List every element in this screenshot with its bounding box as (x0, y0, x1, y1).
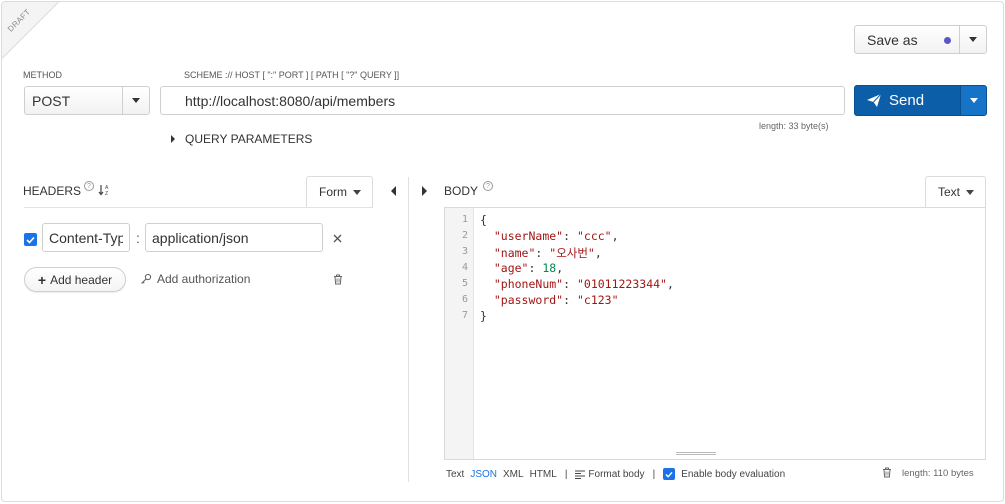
header-value-input[interactable] (145, 223, 323, 252)
send-button[interactable]: Send (854, 85, 961, 116)
chevron-right-icon (171, 135, 175, 143)
request-editor-panel: DRAFT Save as METHOD POST SCHEME :// HOS… (1, 1, 1004, 502)
header-enabled-checkbox[interactable] (24, 233, 37, 246)
separator: | (564, 468, 568, 480)
line-number: 3 (461, 246, 468, 257)
method-dropdown-button[interactable] (122, 86, 150, 115)
line-number: 2 (461, 230, 468, 241)
chevron-down-icon (966, 189, 975, 195)
code-line: "age": 18, (493, 261, 564, 275)
separator: | (652, 468, 656, 480)
save-as-label: Save as (867, 31, 918, 48)
collapse-right-icon[interactable] (422, 186, 427, 196)
method-select[interactable]: POST (24, 86, 123, 115)
headers-title: HEADERS (23, 184, 82, 198)
format-html[interactable]: HTML (530, 469, 557, 480)
code-line: "name": "오사번", (493, 246, 602, 260)
code-line: "phoneNum": "01011223344", (493, 277, 674, 291)
paper-plane-icon (867, 94, 881, 107)
send-dropdown-button[interactable] (960, 85, 987, 116)
align-left-icon (575, 470, 586, 479)
check-icon (26, 236, 35, 244)
header-colon: : (136, 230, 140, 246)
send-label: Send (889, 92, 925, 109)
enable-evaluation-label: Enable body evaluation (681, 468, 786, 480)
unsaved-indicator-dot (944, 37, 951, 44)
panel-splitter[interactable] (408, 177, 409, 482)
url-length: length: 33 byte(s) (759, 121, 829, 131)
chevron-down-icon (969, 37, 977, 42)
add-authorization-label: Add authorization (157, 272, 251, 286)
plus-icon: + (37, 271, 47, 288)
code-line: "password": "c123" (493, 293, 619, 307)
help-icon[interactable]: ? (84, 181, 94, 191)
check-icon (665, 471, 673, 478)
add-authorization-link[interactable]: Add authorization (140, 272, 250, 286)
resize-grip[interactable] (676, 452, 716, 455)
header-name-input[interactable] (42, 223, 130, 252)
trash-icon[interactable] (882, 467, 892, 478)
enable-evaluation-checkbox[interactable] (663, 468, 676, 480)
enable-body-evaluation-toggle[interactable]: Enable body evaluation (663, 468, 785, 480)
format-json[interactable]: JSON (470, 469, 497, 480)
line-number-gutter: 1 2 3 4 5 6 7 (445, 208, 474, 459)
body-title: BODY (444, 184, 479, 198)
method-label: METHOD (23, 70, 62, 80)
code-line: } (480, 309, 487, 323)
trash-icon[interactable] (333, 274, 343, 285)
body-mode-dropdown[interactable]: Text (925, 176, 986, 207)
chevron-down-icon (353, 189, 361, 195)
chevron-down-icon (969, 98, 978, 103)
line-number: 7 (461, 310, 468, 321)
body-code-editor[interactable]: 1 2 3 4 5 6 7 { "userName": "ccc", "name… (444, 207, 986, 460)
add-header-label: Add header (50, 272, 113, 287)
url-input[interactable] (160, 86, 845, 115)
headers-mode-dropdown[interactable]: Form (306, 176, 373, 207)
chevron-down-icon (132, 98, 140, 103)
body-format-bar: Text JSON XML HTML | Format body | Enabl… (446, 468, 785, 480)
svg-text:Z: Z (105, 191, 108, 196)
key-icon (141, 273, 152, 284)
query-parameters-toggle[interactable]: QUERY PARAMETERS (171, 132, 312, 146)
help-icon[interactable]: ? (483, 181, 493, 191)
line-number: 4 (461, 262, 468, 273)
line-number: 5 (461, 278, 468, 289)
body-mode-label: Text (938, 185, 961, 199)
format-body-button[interactable]: Format body (575, 468, 645, 480)
headers-divider (24, 207, 373, 208)
code-line: "userName": "ccc", (493, 229, 619, 243)
body-length: length: 110 bytes (902, 468, 974, 479)
method-value: POST (32, 92, 71, 109)
line-number: 6 (461, 294, 468, 305)
format-body-label: Format body (588, 468, 645, 480)
collapse-left-icon[interactable] (391, 186, 396, 196)
query-parameters-label: QUERY PARAMETERS (185, 132, 313, 146)
close-icon[interactable] (333, 234, 342, 243)
format-xml[interactable]: XML (503, 469, 524, 480)
sort-alpha-icon[interactable]: A Z (98, 184, 110, 196)
url-format-hint: SCHEME :// HOST [ ":" PORT ] [ PATH [ "?… (184, 70, 400, 80)
save-as-dropdown-button[interactable] (959, 25, 987, 54)
headers-mode-label: Form (319, 185, 347, 199)
format-text[interactable]: Text (446, 469, 464, 480)
code-line: { (480, 213, 487, 227)
line-number: 1 (461, 214, 468, 225)
save-as-button[interactable]: Save as (854, 25, 960, 54)
add-header-button[interactable]: + Add header (24, 267, 126, 292)
